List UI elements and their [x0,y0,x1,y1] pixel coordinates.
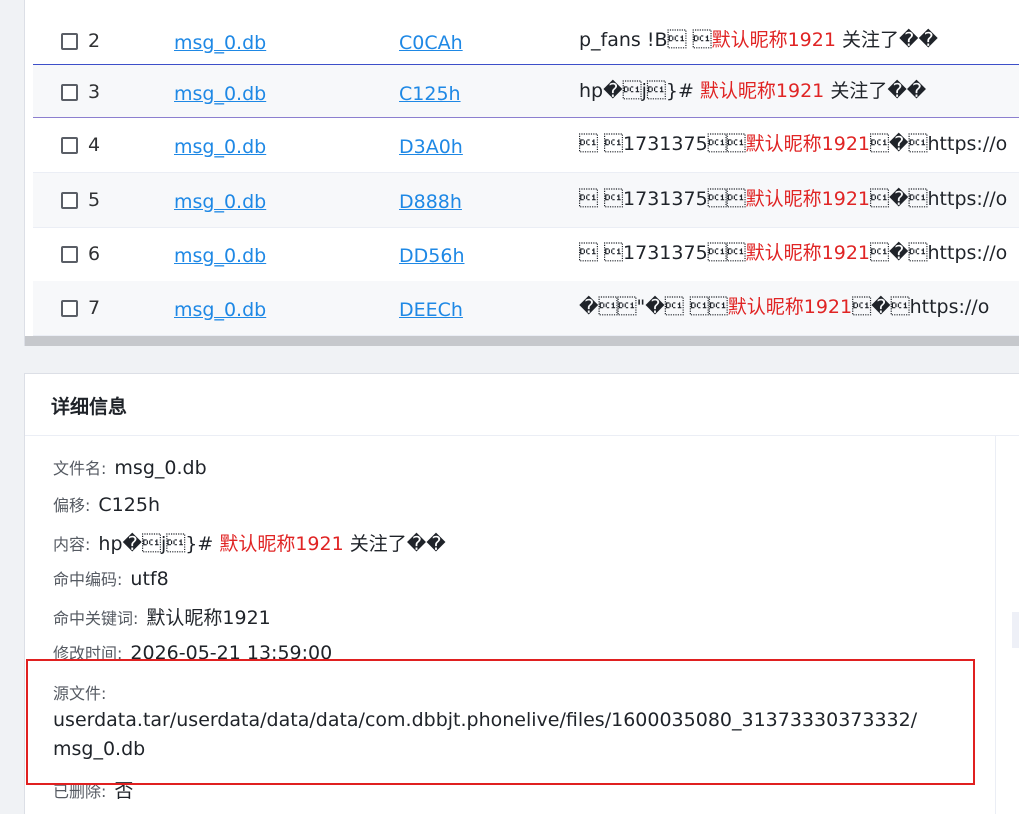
field-content: 内容: hp�j}# 默认昵称1921 关注了�� [53,533,446,555]
source-path: userdata.tar/userdata/data/data/com.dbbj… [53,709,918,760]
table-row[interactable]: 4 msg_0.db D3A0h  1731375默认昵称1921�… [33,118,1019,173]
side-scroll-thumb[interactable] [1012,612,1019,648]
keyword-highlight: 默认昵称1921 [745,242,871,264]
row-index: 3 [88,81,101,103]
keyword-highlight: 默认昵称1921 [219,533,344,555]
field-mtime: 修改时间: 2026-05-21 13:59:00 [53,642,333,664]
row-index: 7 [88,297,101,319]
offset-link[interactable]: DD56h [399,245,464,267]
row-checkbox[interactable] [61,84,78,101]
keyword-highlight: 默认昵称1921 [699,80,825,102]
table-row[interactable]: 7 msg_0.db DEECh �"� 默认昵称1921�htt… [33,281,1019,336]
keyword-highlight: 默认昵称1921 [745,188,871,210]
results-table: 2 msg_0.db C0CAh p_fans !B 默认昵称1921 关注… [24,0,1019,346]
row-checkbox[interactable] [61,300,78,317]
detail-title: 详细信息 [51,396,128,418]
offset-link[interactable]: C125h [399,83,461,105]
file-link[interactable]: msg_0.db [174,245,266,267]
horizontal-scrollbar[interactable] [25,336,1019,346]
offset-link[interactable]: DEECh [399,299,463,321]
row-checkbox[interactable] [61,137,78,154]
row-checkbox[interactable] [61,192,78,209]
table-row[interactable]: 3 msg_0.db C125h hp�j}# 默认昵称1921 关注了�� [33,65,1019,118]
offset-link[interactable]: D888h [399,191,462,213]
content-cell:  1731375默认昵称1921�https://o [579,133,1008,155]
detail-header: 详细信息 [25,374,1019,436]
file-link[interactable]: msg_0.db [174,136,266,158]
row-index: 6 [88,243,101,265]
file-link[interactable]: msg_0.db [174,83,266,105]
detail-panel: 详细信息 文件名: msg_0.db 偏移: C125h 内容: hp�j}# 默… [24,373,1019,814]
field-encoding: 命中编码: utf8 [53,568,169,590]
field-offset: 偏移: C125h [53,494,160,516]
row-index: 5 [88,189,101,211]
field-filename: 文件名: msg_0.db [53,457,207,479]
content-cell: �"� 默认昵称1921�https://o [579,296,990,318]
file-link[interactable]: msg_0.db [174,299,266,321]
keyword-highlight: 默认昵称1921 [745,133,871,155]
field-deleted: 已删除: 否 [53,780,134,802]
content-cell:  1731375默认昵称1921�https://o [579,188,1008,210]
row-index: 4 [88,134,101,156]
file-link[interactable]: msg_0.db [174,191,266,213]
table-row[interactable]: 5 msg_0.db D888h  1731375默认昵称1921�… [33,173,1019,228]
offset-link[interactable]: D3A0h [399,136,463,158]
detail-body: 文件名: msg_0.db 偏移: C125h 内容: hp�j}# 默认昵称19… [25,436,996,814]
keyword-highlight: 默认昵称1921 [727,296,853,318]
content-cell: hp�j}# 默认昵称1921 关注了�� [579,80,927,102]
table-row[interactable]: 6 msg_0.db DD56h  1731375默认昵称1921�… [33,227,1019,282]
content-cell:  1731375默认昵称1921�https://o [579,242,1008,264]
row-checkbox[interactable] [61,246,78,263]
field-keyword: 命中关键词: 默认昵称1921 [53,607,271,629]
row-separator [33,12,1019,65]
field-source-label: 源文件: [53,684,107,703]
